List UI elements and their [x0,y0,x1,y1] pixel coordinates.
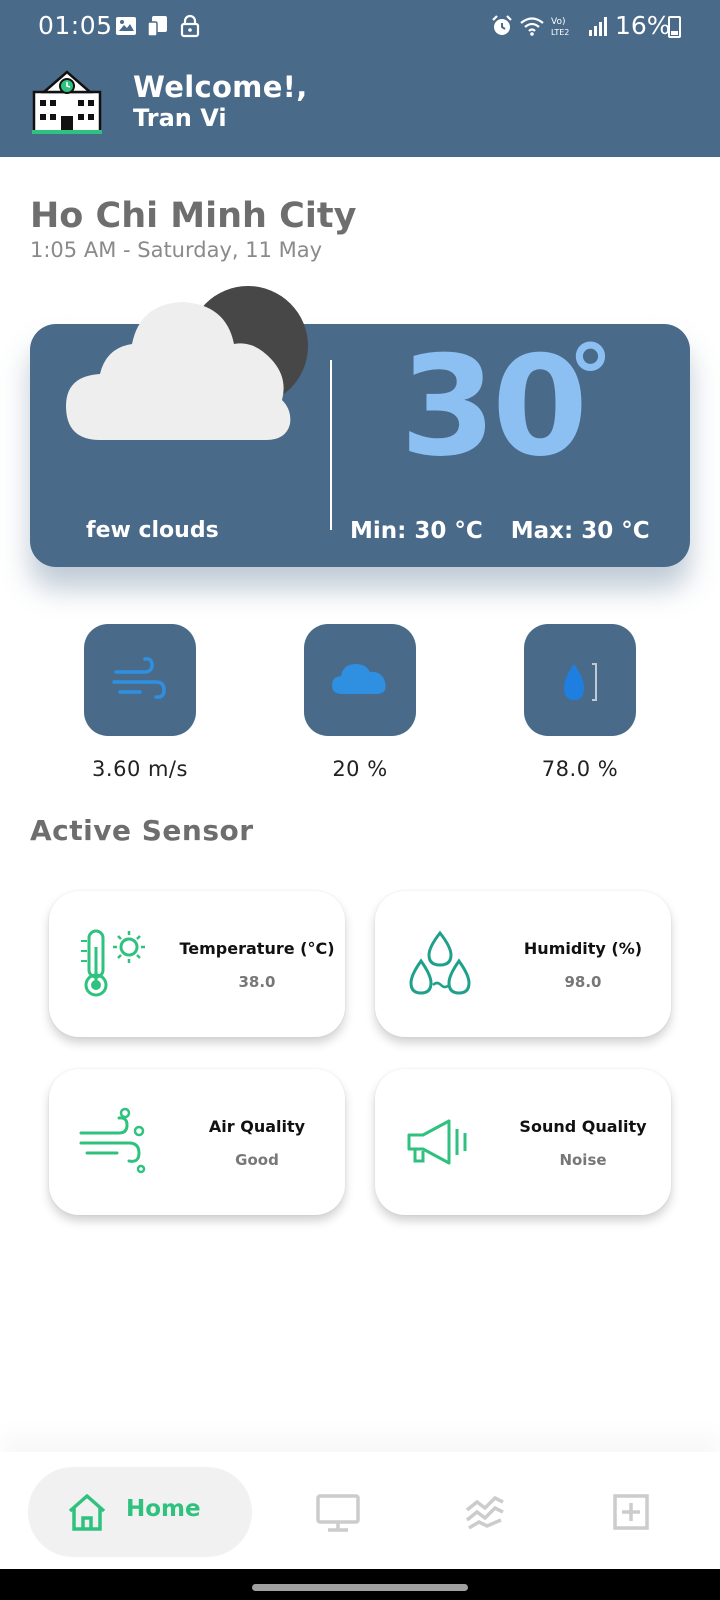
monitor-icon [316,1494,360,1532]
city-name: Ho Chi Minh City [30,196,357,236]
nav-add-button[interactable] [601,1482,661,1542]
lock-icon [180,14,200,38]
wind-icon [112,657,166,699]
system-nav-bar [0,1569,720,1600]
chart-icon [465,1495,504,1530]
gesture-handle[interactable] [252,1584,468,1591]
sensor-label: Sound Quality [519,1117,647,1136]
megaphone-icon [407,1119,467,1165]
status-time: 01:05 [38,11,113,40]
min-temp: Min: 30 °C [350,518,483,544]
wind-speed: 3.60 m/s [92,757,188,781]
sensor-label: Humidity (%) [523,939,643,958]
humidity-percent: 78.0 % [541,757,619,781]
humidity-tile[interactable] [524,624,636,736]
sensor-card-sound-quality[interactable]: Sound Quality Noise [375,1069,671,1215]
sensor-card-humidity[interactable]: Humidity (%) 98.0 [375,891,671,1037]
battery-icon [668,16,681,38]
cloud-moon-icon [66,286,308,440]
sensor-label: Air Quality [208,1117,306,1136]
alarm-icon [492,15,512,35]
weather-description: few clouds [86,518,219,543]
humidity-drop-icon [564,663,597,701]
nav-home-button[interactable]: Home [28,1467,252,1557]
nav-monitor-button[interactable] [308,1482,368,1542]
cloud-icon [332,664,386,694]
battery-percent: 16% [615,11,671,40]
gallery-icon [116,17,136,35]
username: Tran Vi [133,104,227,132]
sensor-card-air-quality[interactable]: Air Quality Good [49,1069,345,1215]
temperature-value: 30 [400,326,588,487]
max-temp: Max: 30 °C [510,518,650,544]
cloud-tile[interactable] [304,624,416,736]
sensor-value: Good [235,1151,279,1169]
bottom-nav: Home [0,1452,720,1569]
water-drops-icon [409,930,471,995]
screen-mirror-icon [147,16,167,37]
air-wind-icon [79,1107,146,1174]
svg-text:LTE2: LTE2 [551,28,569,37]
home-icon [68,1494,106,1531]
thermometer-sun-icon [81,929,145,997]
status-bar: 01:05 Vo) LTE2 16% [0,0,720,52]
min-max: Min: 30 °C Max: 30 °C [350,518,650,544]
status-icons-right: Vo) LTE2 [490,14,610,38]
app-header: 01:05 Vo) LTE2 16% Welcome!, Tran Vi [0,0,720,157]
svg-text:Vo): Vo) [551,17,565,27]
welcome-text: Welcome!, [133,70,308,104]
sensor-label: Temperature (°C) [179,939,335,958]
sensor-value: Noise [559,1151,607,1169]
nav-home-label: Home [126,1496,201,1522]
sensor-value: 38.0 [238,973,276,991]
signal-icon [589,17,607,36]
volte-icon: Vo)LTE2 [551,17,569,37]
cloud-percent: 20 % [332,757,388,781]
status-icons-left [114,14,202,38]
wind-tile[interactable] [84,624,196,736]
sensor-card-temperature[interactable]: Temperature (°C) 38.0 [49,891,345,1037]
nav-chart-button[interactable] [455,1482,515,1542]
degree-symbol: ° [568,326,613,431]
add-icon [613,1494,649,1530]
weather-divider [330,360,332,530]
sensor-value: 98.0 [564,973,602,991]
date-time: 1:05 AM - Saturday, 11 May [30,238,323,262]
section-title: Active Sensor [30,814,254,847]
wifi-icon [520,17,544,36]
school-building-icon [32,70,102,134]
